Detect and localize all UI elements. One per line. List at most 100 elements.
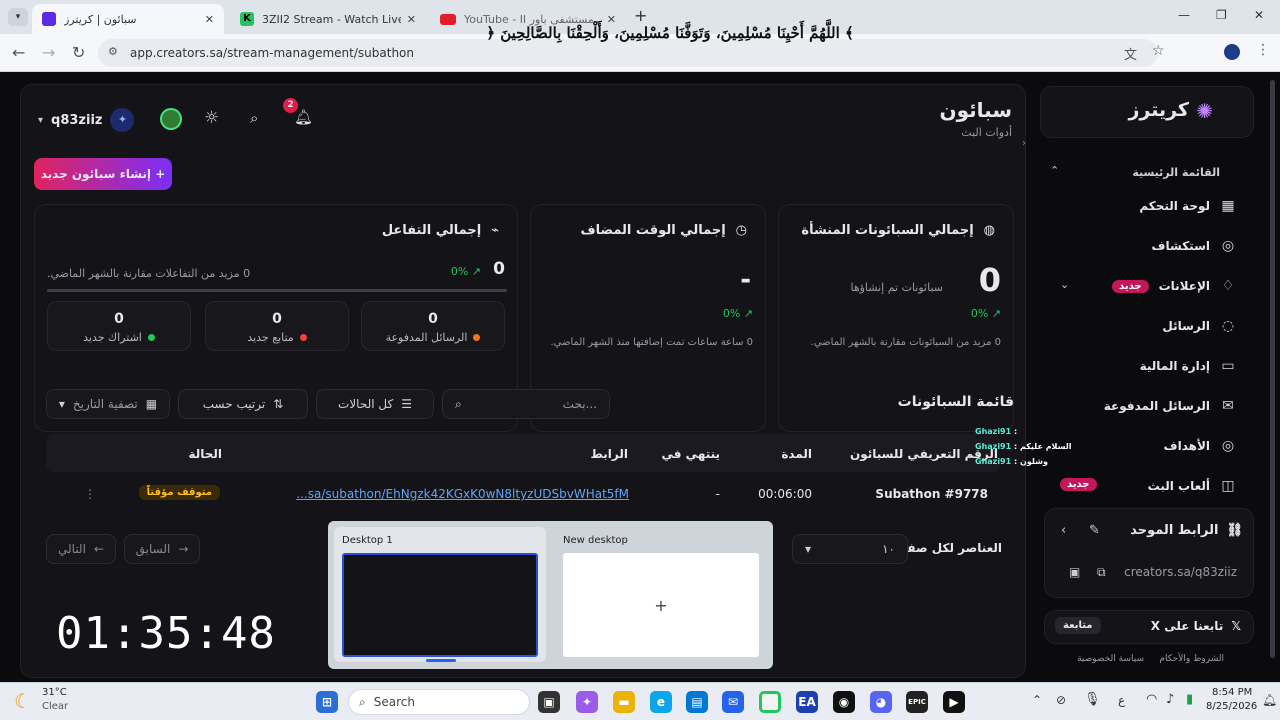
prev-button[interactable]: السابق → xyxy=(124,534,200,564)
volume-icon[interactable]: ♪ xyxy=(1166,692,1174,707)
translate-icon[interactable]: 文 xyxy=(1124,44,1137,63)
engagement-change: 0% ↗ xyxy=(450,265,481,278)
site-info-icon[interactable]: ⚙ xyxy=(108,45,118,58)
qr-code-icon[interactable]: ▣ xyxy=(1069,565,1080,579)
follow-button[interactable]: متابعة xyxy=(1055,617,1101,634)
edge-icon[interactable]: e xyxy=(650,691,672,713)
taskbar-search[interactable]: ⌕ Search xyxy=(348,689,530,715)
chevron-down-icon: ▾ xyxy=(58,397,65,411)
chevron-left-icon[interactable]: ‹ xyxy=(1061,523,1066,538)
unified-link-url[interactable]: creators.sa/q83ziiz xyxy=(1124,565,1237,579)
sort-button[interactable]: ترتيب حسب ⇅ xyxy=(178,389,308,419)
new-subscription-box: 0 اشتراك جديد xyxy=(47,301,191,351)
ea-app-icon[interactable]: EA xyxy=(796,691,818,713)
tab-search-button[interactable]: ▾ xyxy=(8,8,28,26)
tab-creators[interactable]: سبائون | كريترز ✕ xyxy=(32,4,224,34)
battery-icon[interactable]: ▮ xyxy=(1186,692,1193,707)
outlook-icon[interactable]: ✉ xyxy=(722,691,744,713)
stream-timer: 01:35:48 xyxy=(56,608,276,659)
sidebar-item-dashboard[interactable]: ▦ لوحة التحكم xyxy=(1139,198,1236,214)
status-dot xyxy=(299,334,307,341)
sidebar-item-messages[interactable]: ◌ الرسائل xyxy=(1162,318,1236,334)
wallet-icon: ▭ xyxy=(1221,358,1235,374)
discord-icon[interactable]: ◕ xyxy=(870,691,892,713)
windows-start-icon[interactable]: ⊞ xyxy=(316,691,338,713)
forward-arrow-icon[interactable]: → xyxy=(42,43,55,62)
bookmark-star-icon[interactable]: ☆ xyxy=(1152,43,1165,59)
sidebar-item-explore[interactable]: ◎ استكشاف xyxy=(1152,238,1236,254)
flag-icon[interactable] xyxy=(160,108,182,130)
sidebar-item-ads[interactable]: ♢ الإعلانات جديد xyxy=(1112,278,1236,294)
desktop-preview xyxy=(342,553,538,657)
reload-icon[interactable]: ↻ xyxy=(72,43,85,62)
engagement-value: 0 xyxy=(493,259,505,279)
sun-icon[interactable]: ☼ xyxy=(204,108,219,128)
microphone-icon[interactable]: 🎙︎ xyxy=(1084,692,1101,707)
task-view: Desktop 1 New desktop + xyxy=(328,521,773,669)
task-view-icon[interactable]: ▣ xyxy=(538,691,560,713)
desktop-1-thumbnail[interactable]: Desktop 1 xyxy=(334,527,546,662)
new-tab-button[interactable]: + xyxy=(634,6,647,25)
profile-avatar[interactable] xyxy=(1224,44,1240,60)
user-menu[interactable]: ▾ q83ziiz ✦ xyxy=(38,106,135,134)
chrome-icon[interactable] xyxy=(759,691,781,713)
per-page-select[interactable]: ▾ ١٠ xyxy=(792,534,908,564)
close-window-button[interactable]: ✕ xyxy=(1254,8,1264,22)
collapse-sidebar-icon[interactable]: › xyxy=(1022,138,1026,149)
kick-favicon-icon: K xyxy=(240,12,254,26)
show-hidden-icons[interactable]: ⌃ xyxy=(1032,693,1042,707)
tab-kick-stream[interactable]: K 3ZII2 Stream - Watch Live on K ✕ xyxy=(230,4,426,34)
row-link[interactable]: ...sa/subathon/EhNgzk42KGxK0wN8ltyzUDSbv… xyxy=(296,487,629,501)
sidebar-section-title: القائمة الرئيسية xyxy=(1132,166,1220,179)
sidebar-item-goals[interactable]: ◎ الأهداف xyxy=(1164,438,1236,454)
media-player-icon[interactable]: ▶ xyxy=(943,691,965,713)
chevron-down-icon[interactable]: ⌄ xyxy=(1060,278,1069,291)
chevron-up-icon[interactable]: ⌃ xyxy=(1050,164,1059,177)
close-tab-icon[interactable]: ✕ xyxy=(205,13,214,26)
minimize-button[interactable]: — xyxy=(1178,8,1190,22)
edit-icon[interactable]: ✎ xyxy=(1089,523,1100,538)
weather-temp[interactable]: 31°C xyxy=(42,687,67,698)
notifications-icon[interactable]: 🔔︎ xyxy=(1262,693,1277,707)
filter-icon: ☰ xyxy=(401,397,412,411)
wifi-icon[interactable]: ◠ xyxy=(1146,692,1157,707)
overlay-quote: ﴿ اللَّهُمَّ أَحْيِنَا مُسْلِمِينَ، وَتَ… xyxy=(486,24,854,42)
calendar-icon: ▦ xyxy=(145,397,158,411)
file-explorer-icon[interactable]: ▬ xyxy=(613,691,635,713)
row-menu-icon[interactable]: ⋮ xyxy=(84,487,96,501)
create-subathon-button[interactable]: + إنشاء سبائون جديد xyxy=(34,158,172,190)
page-scrollbar[interactable] xyxy=(1270,80,1275,658)
privacy-link[interactable]: سياسة الخصوصية xyxy=(1077,654,1144,664)
sidebar-item-paid-messages[interactable]: ✉ الرسائل المدفوعة xyxy=(1104,398,1236,414)
sidebar-item-finance[interactable]: ▭ إدارة المالية xyxy=(1140,358,1236,374)
search-icon[interactable]: ⌕ xyxy=(250,109,258,127)
search-input[interactable]: ⌕ بحث... xyxy=(442,389,610,419)
youtube-favicon-icon xyxy=(440,13,456,25)
maximize-button[interactable]: ❐ xyxy=(1216,8,1227,22)
bell-icon[interactable]: 🔔︎ xyxy=(294,108,313,126)
taskbar: ☾ 31°C Clear ⊞ ⌕ Search ▣ ✦ ▬ e ▤ ✉ EA ◉ … xyxy=(0,682,1280,720)
clock-time[interactable]: 8:54 PM xyxy=(1212,687,1252,698)
new-desktop-tile[interactable]: New desktop + xyxy=(555,527,767,662)
url-field[interactable]: ⚙ app.creators.sa/stream-management/suba… xyxy=(98,39,1158,67)
store-icon[interactable]: ▤ xyxy=(686,691,708,713)
browser-menu-icon[interactable]: ⋮ xyxy=(1256,42,1270,58)
date-filter[interactable]: ▾ تصفية التاريخ ▦ xyxy=(46,389,170,419)
clock-date: 8/25/2026 xyxy=(1206,701,1258,712)
steam-icon[interactable]: ◉ xyxy=(833,691,855,713)
sidebar-item-stream-games[interactable]: ◫ ألعاب البث xyxy=(1148,478,1236,494)
copy-icon[interactable]: ⧉ xyxy=(1097,565,1106,580)
logo: كريترز xyxy=(1128,99,1189,121)
engagement-note: 0 مزيد من التفاعلات مقارنة بالشهر الماضي… xyxy=(47,267,251,280)
chart-icon: ⌁ xyxy=(491,223,499,238)
camera-off-icon[interactable]: ⊘ xyxy=(1056,693,1066,707)
status-filter[interactable]: كل الحالات ☰ xyxy=(316,389,434,419)
next-button[interactable]: التالي ← xyxy=(46,534,116,564)
epic-games-icon[interactable]: EPIC xyxy=(906,691,928,713)
close-tab-icon[interactable]: ✕ xyxy=(407,13,416,26)
language-indicator[interactable]: ع xyxy=(1118,693,1125,707)
search-icon: ⌕ xyxy=(455,396,462,411)
copilot-icon[interactable]: ✦ xyxy=(576,691,598,713)
terms-link[interactable]: الشروط والأحكام xyxy=(1159,654,1224,664)
back-arrow-icon[interactable]: ← xyxy=(12,43,25,62)
